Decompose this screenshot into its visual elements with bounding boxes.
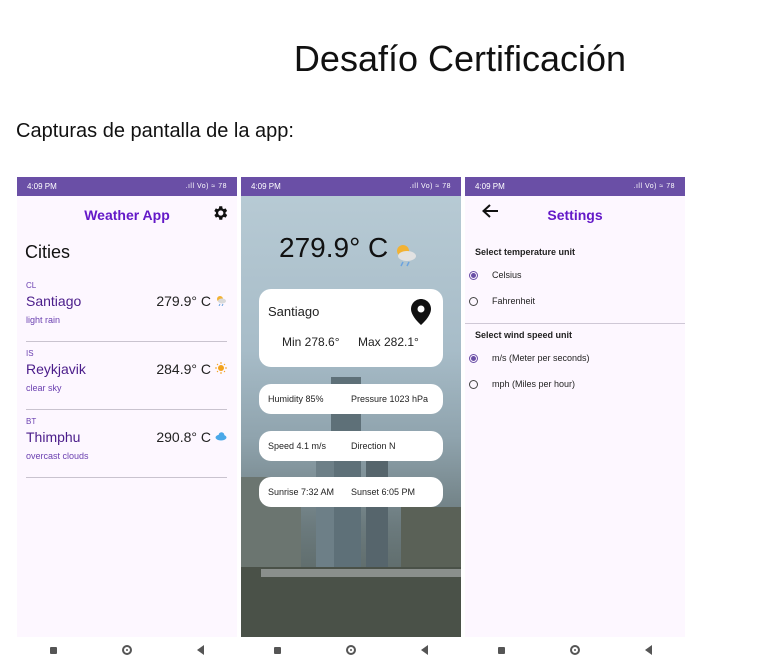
document-title: Desafío Certificación (293, 38, 627, 79)
city-list-item[interactable]: CL Santiago 279.9° C light rain (26, 281, 227, 342)
city-name: Thimphu (26, 429, 81, 445)
sun-card: Sunrise 7:32 AM Sunset 6:05 PM (259, 477, 443, 507)
divider (465, 323, 685, 324)
settings-title: Settings (547, 207, 603, 223)
bridge (261, 569, 461, 577)
home-icon[interactable] (569, 645, 580, 655)
app-title: Weather App (84, 207, 170, 223)
city-list-item[interactable]: IS Reykjavik 284.9° C clear sky (26, 349, 227, 410)
status-time: 4:09 PM (27, 182, 57, 191)
humidity-pressure-card: Humidity 85% Pressure 1023 hPa (259, 384, 443, 414)
recents-icon[interactable] (273, 646, 281, 654)
city-list-item[interactable]: BT Thimphu 290.8° C overcast clouds (26, 417, 227, 478)
back-icon[interactable] (197, 645, 205, 655)
temp-unit-label: Select temperature unit (475, 247, 576, 257)
city-name: Reykjavik (26, 361, 86, 377)
location-pin-icon (411, 299, 431, 325)
back-icon[interactable] (645, 645, 653, 655)
city-temp: 279.9° C (156, 293, 211, 309)
humidity: Humidity 85% (268, 394, 324, 404)
sun-icon (215, 362, 227, 374)
system-nav-bar (17, 640, 237, 660)
wind-unit-label: Select wind speed unit (475, 330, 573, 340)
home-icon[interactable] (121, 645, 132, 655)
gear-icon[interactable] (211, 204, 229, 222)
wind-card: Speed 4.1 m/s Direction N (259, 431, 443, 461)
radio-button[interactable] (469, 379, 478, 389)
radio-fahrenheit[interactable]: Fahrenheit (469, 293, 535, 309)
recents-icon[interactable] (497, 646, 505, 654)
city-name: Santiago (268, 304, 320, 319)
radio-mph[interactable]: mph (Miles per hour) (469, 376, 575, 392)
weather-desc: overcast clouds (26, 451, 89, 461)
document-subtitle: Capturas de pantalla de la app: (16, 120, 294, 142)
country-code: IS (26, 349, 34, 358)
weather-desc: clear sky (26, 383, 62, 393)
home-icon[interactable] (345, 645, 356, 655)
status-bar: 4:09 PM .ıll Vo) ≈ 78 (17, 177, 237, 196)
option-label: Fahrenheit (492, 296, 536, 306)
radio-mps[interactable]: m/s (Meter per seconds) (469, 350, 590, 366)
max-temp: Max 282.1° (358, 335, 419, 349)
sunset: Sunset 6:05 PM (351, 487, 416, 497)
status-time: 4:09 PM (475, 182, 505, 191)
status-indicators: .ıll Vo) ≈ 78 (633, 183, 675, 190)
city-name: Santiago (26, 293, 82, 309)
min-temp: Min 278.6° (282, 335, 340, 349)
cities-heading: Cities (25, 242, 71, 262)
status-bar: 4:09 PM .ıll Vo) ≈ 78 (241, 177, 461, 196)
weather-desc: light rain (26, 315, 61, 325)
settings-screen: 4:09 PM .ıll Vo) ≈ 78 Settings Select te… (465, 177, 685, 637)
home-screen: 4:09 PM .ıll Vo) ≈ 78 Weather App Cities… (17, 177, 237, 637)
radio-celsius[interactable]: Celsius (469, 267, 522, 283)
sun-cloud-rain-icon (217, 296, 226, 306)
option-label: Celsius (492, 270, 522, 280)
wind-speed: Speed 4.1 m/s (268, 441, 327, 451)
pressure: Pressure 1023 hPa (351, 394, 429, 404)
option-label: mph (Miles per hour) (492, 379, 576, 389)
detail-screen: 4:09 PM .ıll Vo) ≈ 78 279.9° C Santiago … (241, 177, 461, 637)
app-bar: Weather App (17, 196, 237, 234)
country-code: BT (26, 417, 37, 426)
status-bar: 4:09 PM .ıll Vo) ≈ 78 (465, 177, 685, 196)
radio-button-selected[interactable] (469, 353, 478, 363)
recents-icon[interactable] (49, 646, 57, 654)
country-code: CL (26, 281, 37, 290)
sun-cloud-rain-icon (397, 245, 416, 267)
sunrise: Sunrise 7:32 AM (268, 487, 335, 497)
status-indicators: .ıll Vo) ≈ 78 (185, 183, 227, 190)
city-temp: 284.9° C (156, 361, 211, 377)
system-nav-bar (465, 640, 685, 660)
status-time: 4:09 PM (251, 182, 281, 191)
cloud-icon (215, 432, 227, 441)
system-nav-bar (241, 640, 461, 660)
highway (241, 567, 461, 637)
back-icon[interactable] (421, 645, 429, 655)
status-indicators: .ıll Vo) ≈ 78 (409, 183, 451, 190)
option-label: m/s (Meter per seconds) (492, 353, 590, 363)
radio-button-selected[interactable] (469, 270, 478, 280)
wind-direction: Direction N (351, 441, 396, 451)
city-temp: 290.8° C (156, 429, 211, 445)
current-temp: 279.9° C (279, 232, 389, 263)
location-card: Santiago Min 278.6° Max 282.1° (259, 289, 443, 367)
radio-button[interactable] (469, 296, 478, 306)
